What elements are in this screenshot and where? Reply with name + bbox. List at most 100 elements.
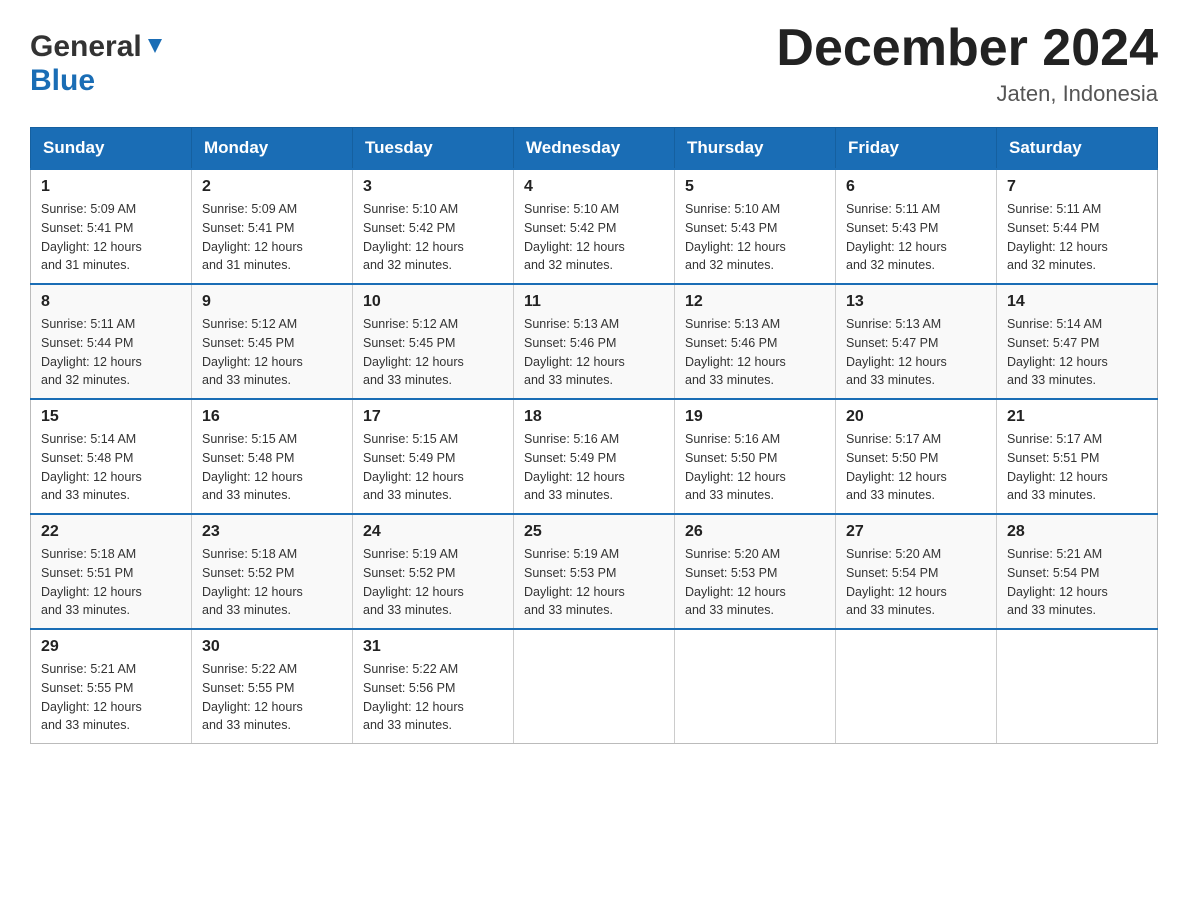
- logo-general-text: General: [30, 30, 142, 64]
- day-info: Sunrise: 5:09 AMSunset: 5:41 PMDaylight:…: [41, 200, 181, 275]
- day-info: Sunrise: 5:17 AMSunset: 5:50 PMDaylight:…: [846, 430, 986, 505]
- day-number: 28: [1007, 523, 1147, 541]
- day-number: 26: [685, 523, 825, 541]
- day-info: Sunrise: 5:16 AMSunset: 5:50 PMDaylight:…: [685, 430, 825, 505]
- page-header: General Blue December 2024 Jaten, Indone…: [30, 20, 1158, 107]
- calendar-table: Sunday Monday Tuesday Wednesday Thursday…: [30, 127, 1158, 744]
- table-row: [836, 629, 997, 744]
- logo: General Blue: [30, 20, 166, 98]
- table-row: 17 Sunrise: 5:15 AMSunset: 5:49 PMDayligh…: [353, 399, 514, 514]
- day-number: 18: [524, 408, 664, 426]
- day-number: 19: [685, 408, 825, 426]
- day-info: Sunrise: 5:20 AMSunset: 5:53 PMDaylight:…: [685, 545, 825, 620]
- day-info: Sunrise: 5:22 AMSunset: 5:55 PMDaylight:…: [202, 660, 342, 735]
- header-tuesday: Tuesday: [353, 128, 514, 170]
- day-info: Sunrise: 5:10 AMSunset: 5:42 PMDaylight:…: [524, 200, 664, 275]
- day-number: 31: [363, 638, 503, 656]
- day-info: Sunrise: 5:13 AMSunset: 5:46 PMDaylight:…: [524, 315, 664, 390]
- day-number: 29: [41, 638, 181, 656]
- day-info: Sunrise: 5:19 AMSunset: 5:53 PMDaylight:…: [524, 545, 664, 620]
- table-row: 27 Sunrise: 5:20 AMSunset: 5:54 PMDayligh…: [836, 514, 997, 629]
- table-row: 16 Sunrise: 5:15 AMSunset: 5:48 PMDayligh…: [192, 399, 353, 514]
- day-info: Sunrise: 5:14 AMSunset: 5:47 PMDaylight:…: [1007, 315, 1147, 390]
- day-info: Sunrise: 5:15 AMSunset: 5:49 PMDaylight:…: [363, 430, 503, 505]
- table-row: 12 Sunrise: 5:13 AMSunset: 5:46 PMDayligh…: [675, 284, 836, 399]
- day-info: Sunrise: 5:10 AMSunset: 5:42 PMDaylight:…: [363, 200, 503, 275]
- calendar-week-row: 29 Sunrise: 5:21 AMSunset: 5:55 PMDayligh…: [31, 629, 1158, 744]
- header-monday: Monday: [192, 128, 353, 170]
- day-number: 12: [685, 293, 825, 311]
- table-row: 18 Sunrise: 5:16 AMSunset: 5:49 PMDayligh…: [514, 399, 675, 514]
- day-info: Sunrise: 5:09 AMSunset: 5:41 PMDaylight:…: [202, 200, 342, 275]
- table-row: 19 Sunrise: 5:16 AMSunset: 5:50 PMDayligh…: [675, 399, 836, 514]
- day-info: Sunrise: 5:12 AMSunset: 5:45 PMDaylight:…: [202, 315, 342, 390]
- day-info: Sunrise: 5:10 AMSunset: 5:43 PMDaylight:…: [685, 200, 825, 275]
- day-info: Sunrise: 5:17 AMSunset: 5:51 PMDaylight:…: [1007, 430, 1147, 505]
- day-info: Sunrise: 5:14 AMSunset: 5:48 PMDaylight:…: [41, 430, 181, 505]
- header-friday: Friday: [836, 128, 997, 170]
- table-row: 1 Sunrise: 5:09 AMSunset: 5:41 PMDaylight…: [31, 169, 192, 284]
- day-number: 24: [363, 523, 503, 541]
- header-wednesday: Wednesday: [514, 128, 675, 170]
- table-row: 24 Sunrise: 5:19 AMSunset: 5:52 PMDayligh…: [353, 514, 514, 629]
- table-row: 6 Sunrise: 5:11 AMSunset: 5:43 PMDaylight…: [836, 169, 997, 284]
- day-info: Sunrise: 5:13 AMSunset: 5:46 PMDaylight:…: [685, 315, 825, 390]
- day-number: 13: [846, 293, 986, 311]
- table-row: 10 Sunrise: 5:12 AMSunset: 5:45 PMDayligh…: [353, 284, 514, 399]
- table-row: [997, 629, 1158, 744]
- day-number: 20: [846, 408, 986, 426]
- day-number: 4: [524, 178, 664, 196]
- day-number: 15: [41, 408, 181, 426]
- day-info: Sunrise: 5:21 AMSunset: 5:55 PMDaylight:…: [41, 660, 181, 735]
- day-number: 17: [363, 408, 503, 426]
- calendar-week-row: 15 Sunrise: 5:14 AMSunset: 5:48 PMDayligh…: [31, 399, 1158, 514]
- table-row: [675, 629, 836, 744]
- table-row: 29 Sunrise: 5:21 AMSunset: 5:55 PMDayligh…: [31, 629, 192, 744]
- day-number: 22: [41, 523, 181, 541]
- table-row: 8Sunrise: 5:11 AMSunset: 5:44 PMDaylight…: [31, 284, 192, 399]
- day-number: 21: [1007, 408, 1147, 426]
- table-row: 22 Sunrise: 5:18 AMSunset: 5:51 PMDayligh…: [31, 514, 192, 629]
- day-info: Sunrise: 5:13 AMSunset: 5:47 PMDaylight:…: [846, 315, 986, 390]
- table-row: [514, 629, 675, 744]
- day-info: Sunrise: 5:16 AMSunset: 5:49 PMDaylight:…: [524, 430, 664, 505]
- header-thursday: Thursday: [675, 128, 836, 170]
- table-row: 11 Sunrise: 5:13 AMSunset: 5:46 PMDayligh…: [514, 284, 675, 399]
- day-info: Sunrise: 5:15 AMSunset: 5:48 PMDaylight:…: [202, 430, 342, 505]
- day-info: Sunrise: 5:11 AMSunset: 5:43 PMDaylight:…: [846, 200, 986, 275]
- day-info: Sunrise: 5:18 AMSunset: 5:51 PMDaylight:…: [41, 545, 181, 620]
- day-number: 30: [202, 638, 342, 656]
- logo-blue-text: Blue: [30, 64, 95, 97]
- table-row: 15 Sunrise: 5:14 AMSunset: 5:48 PMDayligh…: [31, 399, 192, 514]
- day-number: 7: [1007, 178, 1147, 196]
- day-number: 5: [685, 178, 825, 196]
- table-row: 28 Sunrise: 5:21 AMSunset: 5:54 PMDayligh…: [997, 514, 1158, 629]
- table-row: 23Sunrise: 5:18 AMSunset: 5:52 PMDayligh…: [192, 514, 353, 629]
- day-number: 14: [1007, 293, 1147, 311]
- day-info: Sunrise: 5:11 AMSunset: 5:44 PMDaylight:…: [41, 315, 181, 390]
- calendar-week-row: 8Sunrise: 5:11 AMSunset: 5:44 PMDaylight…: [31, 284, 1158, 399]
- day-number: 27: [846, 523, 986, 541]
- day-info: Sunrise: 5:21 AMSunset: 5:54 PMDaylight:…: [1007, 545, 1147, 620]
- table-row: 31 Sunrise: 5:22 AMSunset: 5:56 PMDayligh…: [353, 629, 514, 744]
- day-number: 10: [363, 293, 503, 311]
- day-number: 2: [202, 178, 342, 196]
- day-number: 9: [202, 293, 342, 311]
- day-info: Sunrise: 5:18 AMSunset: 5:52 PMDaylight:…: [202, 545, 342, 620]
- table-row: 5 Sunrise: 5:10 AMSunset: 5:43 PMDaylight…: [675, 169, 836, 284]
- table-row: 21 Sunrise: 5:17 AMSunset: 5:51 PMDayligh…: [997, 399, 1158, 514]
- table-row: 25Sunrise: 5:19 AMSunset: 5:53 PMDayligh…: [514, 514, 675, 629]
- day-number: 6: [846, 178, 986, 196]
- header-sunday: Sunday: [31, 128, 192, 170]
- day-info: Sunrise: 5:19 AMSunset: 5:52 PMDaylight:…: [363, 545, 503, 620]
- day-number: 16: [202, 408, 342, 426]
- calendar-week-row: 1 Sunrise: 5:09 AMSunset: 5:41 PMDaylight…: [31, 169, 1158, 284]
- table-row: 14 Sunrise: 5:14 AMSunset: 5:47 PMDayligh…: [997, 284, 1158, 399]
- table-row: 9 Sunrise: 5:12 AMSunset: 5:45 PMDaylight…: [192, 284, 353, 399]
- day-number: 11: [524, 293, 664, 311]
- day-number: 1: [41, 178, 181, 196]
- day-info: Sunrise: 5:12 AMSunset: 5:45 PMDaylight:…: [363, 315, 503, 390]
- day-info: Sunrise: 5:11 AMSunset: 5:44 PMDaylight:…: [1007, 200, 1147, 275]
- day-info: Sunrise: 5:22 AMSunset: 5:56 PMDaylight:…: [363, 660, 503, 735]
- day-info: Sunrise: 5:20 AMSunset: 5:54 PMDaylight:…: [846, 545, 986, 620]
